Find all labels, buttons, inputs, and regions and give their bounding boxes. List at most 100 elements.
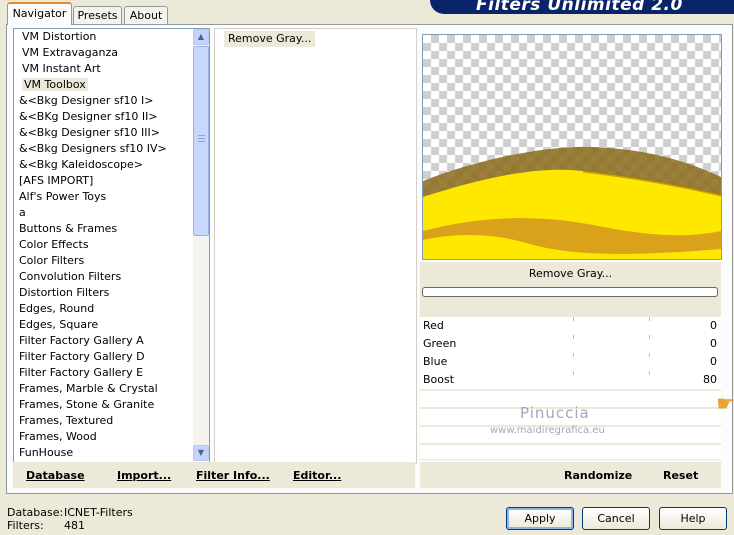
import-button[interactable]: Import... bbox=[117, 469, 171, 482]
param-label: Green bbox=[423, 337, 457, 350]
scroll-up-button[interactable]: ▲ bbox=[193, 29, 209, 45]
category-item[interactable]: Edges, Round bbox=[14, 301, 192, 317]
import-label: Import... bbox=[117, 469, 172, 482]
param-value: 0 bbox=[710, 355, 717, 368]
category-item[interactable]: &<Bkg Designers sf10 IV> bbox=[14, 141, 192, 157]
reset-button[interactable]: Reset bbox=[663, 469, 698, 482]
scroll-thumb[interactable] bbox=[193, 46, 209, 236]
param-label: Red bbox=[423, 319, 444, 332]
category-label: Filter Factory Gallery D bbox=[19, 350, 145, 363]
tab-navigator[interactable]: Navigator bbox=[7, 2, 72, 25]
category-label: Distortion Filters bbox=[19, 286, 110, 299]
param-label: Boost bbox=[423, 373, 455, 386]
category-label: Buttons & Frames bbox=[19, 222, 118, 235]
database-button[interactable]: Database bbox=[26, 469, 85, 482]
apply-button[interactable]: Apply bbox=[506, 507, 574, 530]
editor-label: Editor... bbox=[293, 469, 342, 482]
param-blue[interactable]: Blue 0 bbox=[420, 353, 721, 371]
filter-item-remove-gray[interactable]: Remove Gray... bbox=[224, 31, 316, 47]
category-item[interactable]: Filter Factory Gallery A bbox=[14, 333, 192, 349]
status-filters-value: 481 bbox=[64, 519, 85, 532]
category-label: &<Bkg Kaleidoscope> bbox=[19, 158, 144, 171]
wave-preview bbox=[423, 146, 721, 259]
scroll-down-button[interactable]: ▼ bbox=[193, 445, 209, 461]
filter-name-label: Remove Gray... bbox=[528, 267, 613, 280]
category-label: [AFS IMPORT] bbox=[19, 174, 94, 187]
category-label: Color Filters bbox=[19, 254, 85, 267]
category-label: FunHouse bbox=[19, 446, 74, 459]
param-value: 80 bbox=[703, 373, 717, 386]
category-item[interactable]: Frames, Stone & Granite bbox=[14, 397, 192, 413]
category-item[interactable]: VM Distortion bbox=[14, 29, 192, 45]
category-item[interactable]: &<Bkg Designer sf10 III> bbox=[14, 125, 192, 141]
slider-ticks bbox=[498, 317, 698, 321]
filter-info-button[interactable]: Filter Info... bbox=[196, 469, 270, 482]
category-item[interactable]: [AFS IMPORT] bbox=[14, 173, 192, 189]
category-item[interactable]: &<Bkg Designer sf10 I> bbox=[14, 93, 192, 109]
param-red[interactable]: Red 0 bbox=[420, 317, 721, 335]
category-label: Alf's Power Toys bbox=[19, 190, 107, 203]
category-item[interactable]: VM Instant Art bbox=[14, 61, 192, 77]
category-label: Frames, Stone & Granite bbox=[19, 398, 155, 411]
category-label: VM Instant Art bbox=[22, 62, 101, 75]
slider-ticks bbox=[498, 353, 698, 357]
category-item[interactable]: Filter Factory Gallery D bbox=[14, 349, 192, 365]
category-item[interactable]: &<Bkg Kaleidoscope> bbox=[14, 157, 192, 173]
category-label: Frames, Marble & Crystal bbox=[19, 382, 158, 395]
preview-image bbox=[422, 34, 722, 260]
pointing-hand-icon: ☛ bbox=[716, 392, 734, 417]
cancel-button[interactable]: Cancel bbox=[582, 507, 650, 530]
category-item[interactable]: &<BKg Designer sf10 II> bbox=[14, 109, 192, 125]
category-item[interactable]: Color Filters bbox=[14, 253, 192, 269]
slider-ticks bbox=[498, 371, 698, 375]
category-item[interactable]: VM Extravaganza bbox=[14, 45, 192, 61]
category-items: VM Distortion VM Extravaganza VM Instant A… bbox=[14, 29, 192, 461]
category-label: Frames, Wood bbox=[19, 430, 97, 443]
category-item[interactable]: Convolution Filters bbox=[14, 269, 192, 285]
param-value: 0 bbox=[710, 319, 717, 332]
category-label: &<Bkg Designers sf10 IV> bbox=[19, 142, 167, 155]
category-label: Filter Factory Gallery E bbox=[19, 366, 144, 379]
slider-thumb[interactable] bbox=[506, 379, 522, 388]
tab-about[interactable]: About bbox=[124, 6, 168, 25]
category-label: &<BKg Designer sf10 II> bbox=[19, 110, 158, 123]
category-item[interactable]: Alf's Power Toys bbox=[14, 189, 192, 205]
status-filters-label: Filters: bbox=[7, 519, 44, 532]
category-label: Convolution Filters bbox=[19, 270, 122, 283]
category-label: a bbox=[19, 206, 26, 219]
category-item[interactable]: Frames, Wood bbox=[14, 429, 192, 445]
category-item[interactable]: Buttons & Frames bbox=[14, 221, 192, 237]
editor-button[interactable]: Editor... bbox=[293, 469, 341, 482]
brand-banner: Filters Unlimited 2.0 bbox=[430, 0, 734, 14]
category-item[interactable]: Frames, Textured bbox=[14, 413, 192, 429]
param-value: 0 bbox=[710, 337, 717, 350]
category-item[interactable]: Distortion Filters bbox=[14, 285, 192, 301]
category-item[interactable]: Color Effects bbox=[14, 237, 192, 253]
category-label: Filter Factory Gallery A bbox=[19, 334, 144, 347]
category-label: Edges, Square bbox=[19, 318, 99, 331]
category-list[interactable]: VM Distortion VM Extravaganza VM Instant A… bbox=[13, 28, 210, 464]
preview-toolbar: Randomize Reset bbox=[420, 462, 721, 488]
category-label: Frames, Textured bbox=[19, 414, 114, 427]
category-item[interactable]: VM Toolbox bbox=[14, 77, 192, 93]
filter-list[interactable]: Remove Gray... bbox=[214, 28, 417, 464]
category-item[interactable]: FunHouse bbox=[14, 445, 192, 461]
category-item[interactable]: Filter Factory Gallery E bbox=[14, 365, 192, 381]
category-item[interactable]: a bbox=[14, 205, 192, 221]
category-item[interactable]: Edges, Square bbox=[14, 317, 192, 333]
grip-icon bbox=[198, 135, 205, 144]
category-scrollbar[interactable]: ▲ ▼ bbox=[193, 29, 209, 461]
randomize-button[interactable]: Randomize bbox=[564, 469, 632, 482]
filter-info-label: Filter Info... bbox=[196, 469, 270, 482]
param-green[interactable]: Green 0 bbox=[420, 335, 721, 353]
param-label: Blue bbox=[423, 355, 448, 368]
list-toolbar: Database Import... Filter Info... Editor… bbox=[13, 462, 415, 488]
category-label: VM Distortion bbox=[22, 30, 97, 43]
help-button[interactable]: Help bbox=[659, 507, 727, 530]
tab-presets[interactable]: Presets bbox=[73, 6, 122, 25]
param-boost[interactable]: Boost 80 bbox=[420, 371, 721, 389]
slider-ticks bbox=[498, 335, 698, 339]
category-item[interactable]: Frames, Marble & Crystal bbox=[14, 381, 192, 397]
category-label: &<Bkg Designer sf10 I> bbox=[19, 94, 154, 107]
param-empty-4 bbox=[420, 445, 721, 459]
